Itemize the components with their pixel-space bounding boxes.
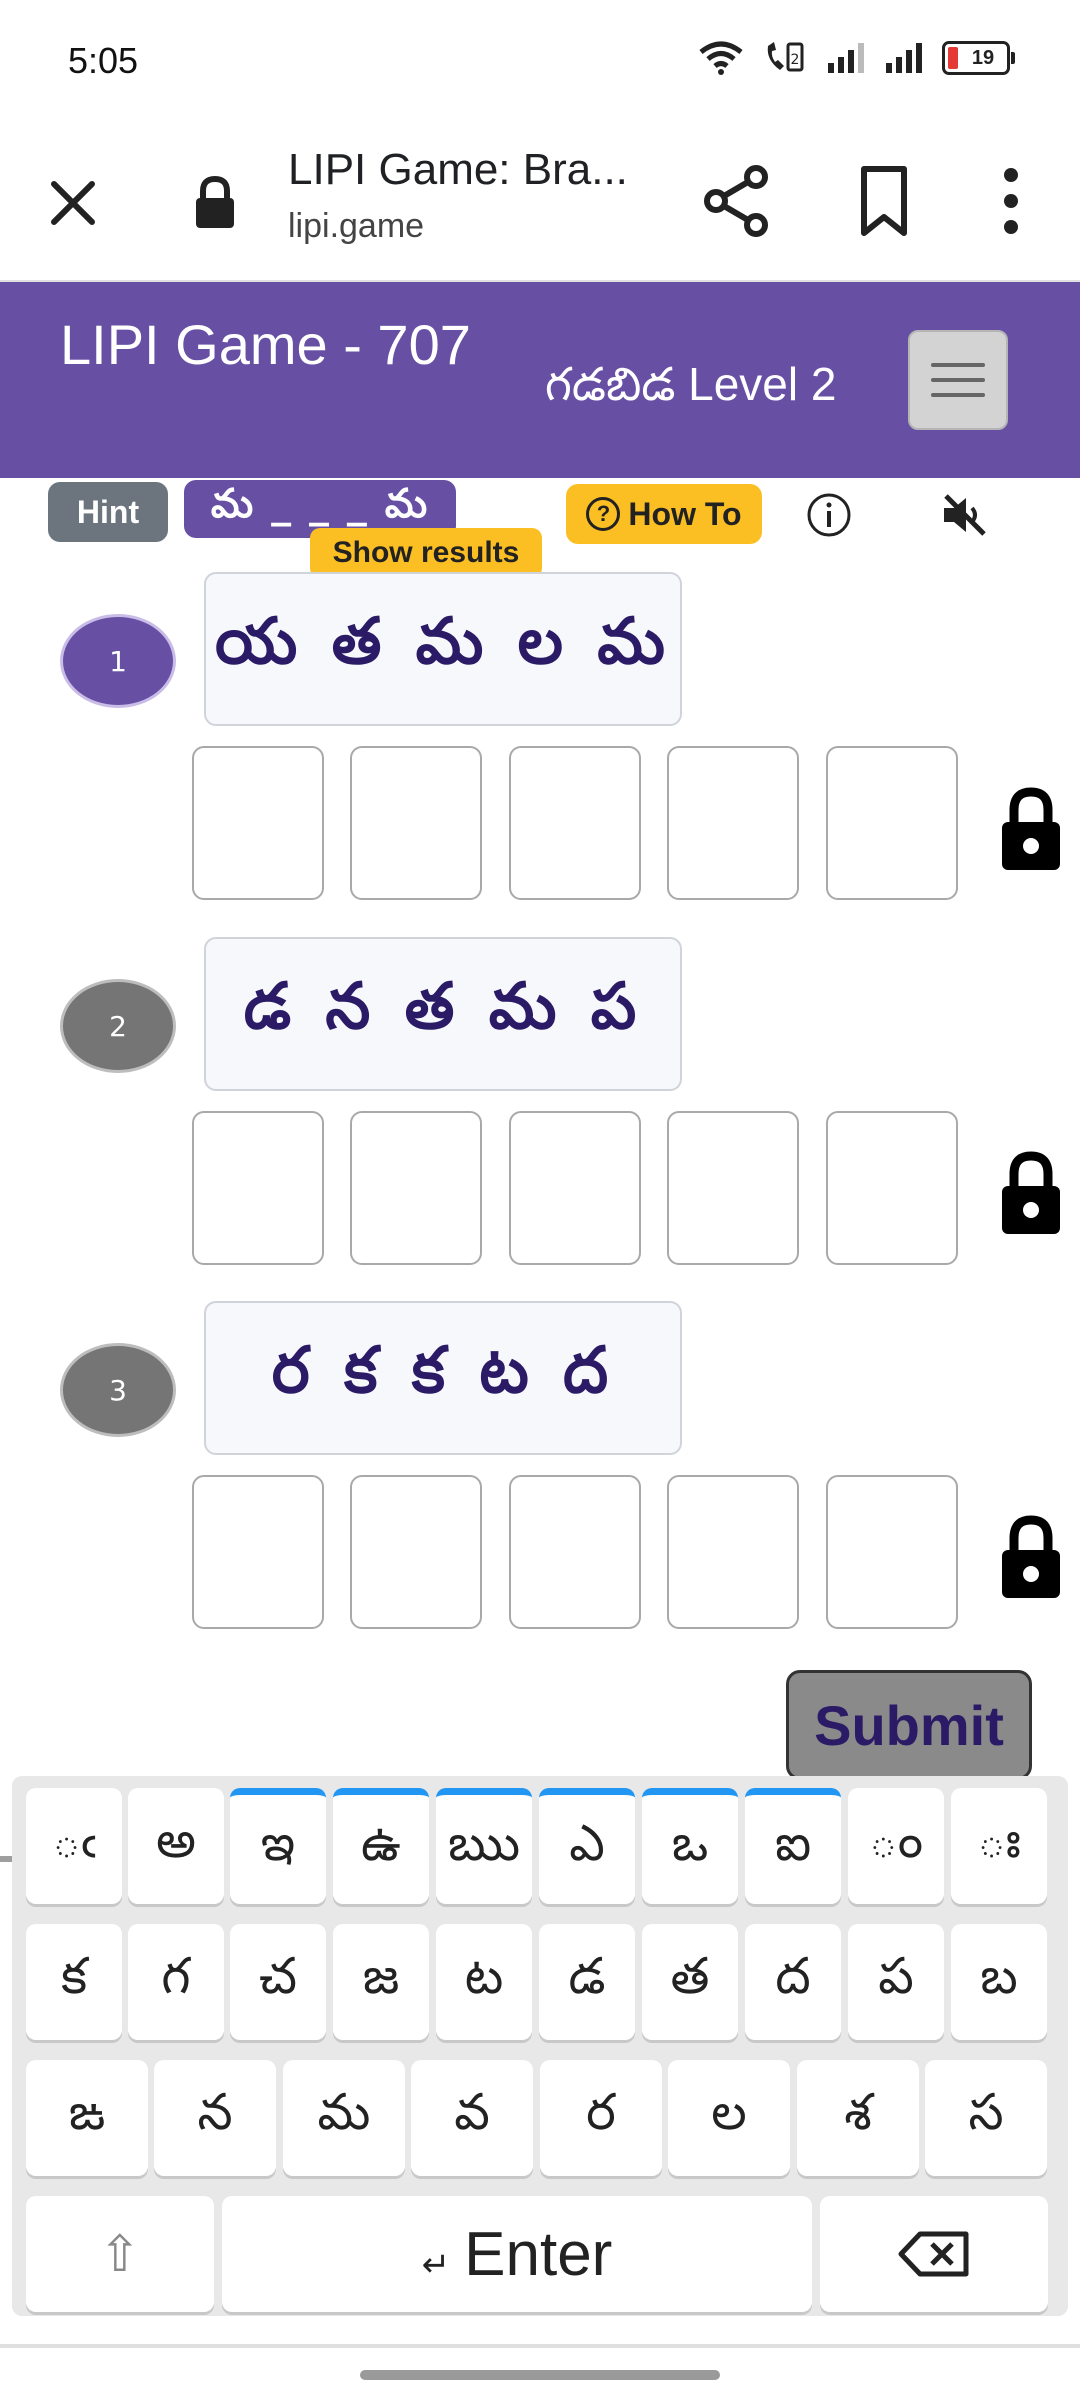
key-va[interactable]: వ xyxy=(411,2060,533,2176)
letter-slot[interactable] xyxy=(350,746,482,900)
key-ru[interactable]: ఋ xyxy=(436,1788,532,1904)
shift-key[interactable]: ⇧ xyxy=(26,2196,214,2312)
key-i[interactable]: ఇ xyxy=(230,1788,326,1904)
close-icon xyxy=(51,181,95,225)
hamburger-line xyxy=(931,378,985,382)
puzzle-number-badge: 3 xyxy=(60,1343,176,1437)
key-ba[interactable]: బ xyxy=(951,1924,1047,2040)
scrambled-word: ర క క ట ద xyxy=(204,1301,682,1455)
game-header: LIPI Game - 707 గడబిడ Level 2 xyxy=(0,282,1080,478)
hamburger-menu-button[interactable] xyxy=(908,330,1008,430)
key-pa[interactable]: ప xyxy=(848,1924,944,2040)
hamburger-line xyxy=(931,363,985,367)
game-level: గడబిడ Level 2 xyxy=(545,358,837,410)
key-ta[interactable]: త xyxy=(642,1924,738,2040)
key-ra[interactable]: ర xyxy=(540,2060,662,2176)
share-icon[interactable] xyxy=(700,163,776,239)
enter-icon: ↵ xyxy=(421,2246,451,2284)
letter-slot[interactable] xyxy=(192,746,324,900)
hamburger-line xyxy=(931,393,985,397)
lock-icon xyxy=(196,175,234,228)
letter-slot[interactable] xyxy=(826,1475,958,1629)
key-ma[interactable]: మ xyxy=(283,2060,405,2176)
key-a[interactable]: అ xyxy=(128,1788,224,1904)
page-domain[interactable]: lipi.game xyxy=(288,207,424,246)
wifi-icon xyxy=(699,41,743,75)
show-results-button[interactable]: Show results xyxy=(310,528,542,578)
close-button[interactable] xyxy=(40,170,106,236)
scrambled-word: య త మ ల మ xyxy=(204,572,682,726)
signal-icon xyxy=(828,43,864,73)
bookmark-icon[interactable] xyxy=(846,163,922,239)
keyboard-bottom-edge xyxy=(0,2344,1080,2348)
lock-icon xyxy=(1002,787,1060,870)
lock-icon xyxy=(1002,1151,1060,1234)
how-to-button[interactable]: ? How To xyxy=(566,484,762,544)
key-dda[interactable]: డ xyxy=(539,1924,635,2040)
edge-marker xyxy=(0,1856,12,1862)
letter-slot[interactable] xyxy=(350,1111,482,1265)
key-cha[interactable]: చ xyxy=(230,1924,326,2040)
status-bar: 5:05 2 19 xyxy=(0,0,1080,125)
letter-slot[interactable] xyxy=(667,1111,799,1265)
key-u[interactable]: ఉ xyxy=(333,1788,429,1904)
info-icon[interactable] xyxy=(804,490,854,540)
key-ga[interactable]: గ xyxy=(128,1924,224,2040)
key-la[interactable]: ల xyxy=(668,2060,790,2176)
signal-icon xyxy=(886,43,922,73)
letter-slot[interactable] xyxy=(350,1475,482,1629)
backspace-key[interactable] xyxy=(820,2196,1048,2312)
help-icon: ? xyxy=(586,497,621,531)
game-title: LIPI Game - 707 xyxy=(60,313,471,376)
enter-label: Enter xyxy=(464,2219,613,2289)
submit-button[interactable]: Submit xyxy=(786,1670,1032,1780)
status-time: 5:05 xyxy=(68,40,139,81)
browser-toolbar: LIPI Game: Bra... lipi.game xyxy=(0,125,1080,282)
key-ja[interactable]: జ xyxy=(333,1924,429,2040)
lock-icon xyxy=(1002,1515,1060,1598)
backspace-icon xyxy=(898,2231,969,2277)
key-nga[interactable]: ఙ xyxy=(26,2060,148,2176)
gesture-nav-handle[interactable] xyxy=(360,2370,720,2380)
scrambled-word: డ న త మ ప xyxy=(204,937,682,1091)
volte-call-icon: 2 xyxy=(767,42,804,72)
key-e[interactable]: ఎ xyxy=(539,1788,635,1904)
key-tta[interactable]: ట xyxy=(436,1924,532,2040)
letter-slot[interactable] xyxy=(667,746,799,900)
key-candrabindu[interactable]: ఁ xyxy=(26,1788,122,1904)
key-o[interactable]: ఒ xyxy=(642,1788,738,1904)
puzzle-number-badge: 1 xyxy=(60,614,176,708)
svg-text:2: 2 xyxy=(791,52,800,68)
battery-icon: 19 xyxy=(942,41,1015,75)
key-visarga[interactable]: ః xyxy=(951,1788,1047,1904)
key-sa[interactable]: స xyxy=(925,2060,1047,2176)
key-da[interactable]: ద xyxy=(745,1924,841,2040)
volume-off-icon[interactable] xyxy=(938,490,994,540)
battery-level: 19 xyxy=(971,46,995,69)
letter-slot[interactable] xyxy=(826,746,958,900)
enter-key[interactable]: ↵ Enter xyxy=(222,2196,812,2312)
letter-slot[interactable] xyxy=(667,1475,799,1629)
key-sha[interactable]: శ xyxy=(797,2060,919,2176)
page-title[interactable]: LIPI Game: Bra... xyxy=(288,145,628,195)
letter-slot[interactable] xyxy=(509,1475,641,1629)
letter-slot[interactable] xyxy=(509,746,641,900)
more-vert-icon[interactable] xyxy=(976,163,1046,239)
key-na[interactable]: న xyxy=(154,2060,276,2176)
status-icons: 2 19 xyxy=(698,40,1015,76)
letter-slot[interactable] xyxy=(826,1111,958,1265)
key-ka[interactable]: క xyxy=(26,1924,122,2040)
telugu-keyboard: ఁ అ ఇ ఉ ఋ ఎ ఒ ఐ ం ః క గ చ జ ట డ త ద ప బ … xyxy=(12,1776,1068,2316)
letter-slot[interactable] xyxy=(509,1111,641,1265)
hint-button[interactable]: Hint xyxy=(48,482,168,542)
letter-slot[interactable] xyxy=(192,1111,324,1265)
key-anusvara[interactable]: ం xyxy=(848,1788,944,1904)
key-ai[interactable]: ఐ xyxy=(745,1788,841,1904)
how-to-label: How To xyxy=(628,495,742,532)
letter-slot[interactable] xyxy=(192,1475,324,1629)
puzzle-number-badge: 2 xyxy=(60,979,176,1073)
